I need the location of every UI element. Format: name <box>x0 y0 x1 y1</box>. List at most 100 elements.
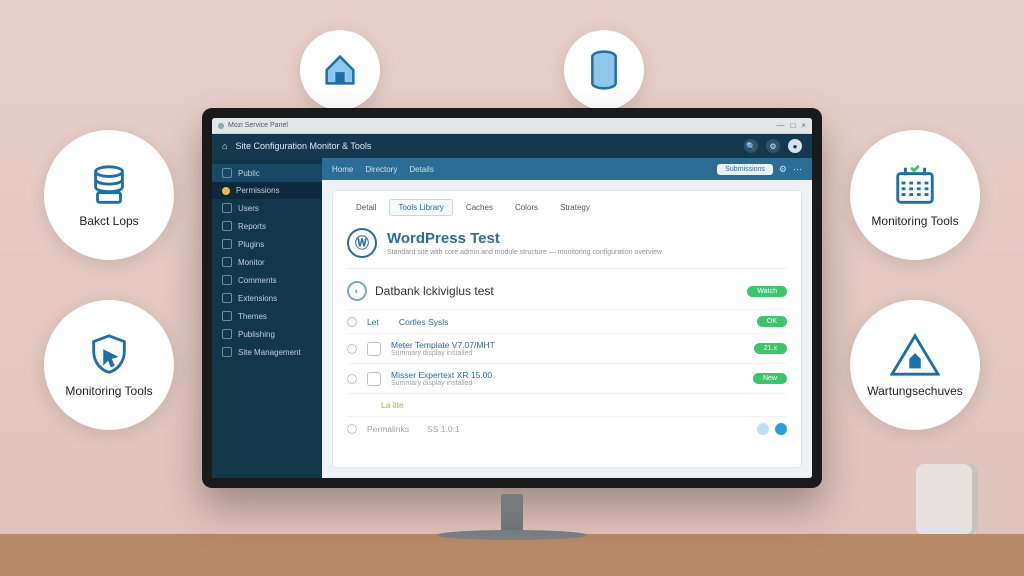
list-row[interactable]: Let Cortles Sysls OK <box>347 309 787 333</box>
subtab-colors[interactable]: Colors <box>506 199 547 216</box>
bubble-label: Bakct Lops <box>79 214 138 228</box>
desk-surface <box>0 534 1024 576</box>
radio-icon[interactable] <box>347 424 357 434</box>
main-card: Detail Tools Library Caches Colors Strat… <box>332 190 802 468</box>
list-row[interactable]: Misser Expertext XR 15.00Summary display… <box>347 363 787 393</box>
subtab-detail[interactable]: Detail <box>347 199 385 216</box>
row-desc: Summary display installed <box>391 350 495 357</box>
sidebar-label: Permissions <box>236 186 280 195</box>
app-title: Site Configuration Monitor & Tools <box>235 141 371 151</box>
square-icon <box>222 275 232 285</box>
sidebar-item-public[interactable]: Public <box>212 164 322 182</box>
list-row[interactable]: Meter Template V7.07/MHTSummary display … <box>347 333 787 363</box>
row-title: Meter Template V7.07/MHT <box>391 340 495 350</box>
sidebar-label: Site Management <box>238 348 301 357</box>
feature-bubble-backups: Bakct Lops <box>44 130 174 260</box>
site-header: Ⓦ WordPress Test Standard site with core… <box>347 224 787 269</box>
square-icon <box>222 329 232 339</box>
square-icon <box>222 239 232 249</box>
sidebar-label: Comments <box>238 276 277 285</box>
database-stack-icon <box>86 162 132 208</box>
list-row-footer: Permalinks SS 1.0:1 <box>347 416 787 441</box>
tab-details[interactable]: Details <box>409 165 433 174</box>
radio-icon[interactable] <box>347 374 357 384</box>
square-icon <box>222 203 232 213</box>
feature-bubble-monitoring-left: Monitoring Tools <box>44 300 174 430</box>
sidebar-label: Reports <box>238 222 266 231</box>
submissions-button[interactable]: Submissions <box>717 164 773 175</box>
section-header: ◐ Datbank lckiviglus test Watch <box>347 269 787 309</box>
row-desc: Summary display installed <box>391 380 492 387</box>
sidebar-label: Themes <box>238 312 267 321</box>
sidebar-label: Plugins <box>238 240 264 249</box>
window-maximize-button[interactable]: □ <box>790 121 795 130</box>
row-subtitle: Cortles Sysls <box>399 317 449 327</box>
sidebar-item[interactable]: Comments <box>212 271 322 289</box>
sidebar: Public Permissions Users Reports Plugins… <box>212 158 322 478</box>
square-icon <box>222 311 232 321</box>
sidebar-label: Monitor <box>238 258 265 267</box>
list-row-link[interactable]: La lite <box>347 393 787 416</box>
square-icon <box>222 257 232 267</box>
monitor-stand <box>501 494 523 534</box>
calendar-check-icon <box>892 162 938 208</box>
action-icon[interactable] <box>775 423 787 435</box>
square-icon <box>222 168 232 178</box>
row-title: Permalinks <box>367 424 409 434</box>
site-description: Standard site with core admin and module… <box>387 249 662 256</box>
tab-directory[interactable]: Directory <box>365 165 397 174</box>
window-minimize-button[interactable]: — <box>776 121 784 130</box>
feature-bubble-home <box>300 30 380 110</box>
subtab-tools[interactable]: Tools Library <box>389 199 452 216</box>
favicon-icon <box>218 123 224 129</box>
row-actions <box>757 423 787 435</box>
sidebar-item[interactable]: Extensions <box>212 289 322 307</box>
action-icon[interactable] <box>757 423 769 435</box>
sidebar-item[interactable]: Monitor <box>212 253 322 271</box>
status-ring-icon: ◐ <box>347 281 367 301</box>
sidebar-item[interactable]: Users <box>212 199 322 217</box>
sidebar-label: Extensions <box>238 294 277 303</box>
radio-icon[interactable] <box>347 317 357 327</box>
row-value: SS 1.0:1 <box>427 424 460 434</box>
browser-tab-title[interactable]: Mozi Service Panel <box>228 122 288 129</box>
radio-icon[interactable] <box>347 344 357 354</box>
screen: Mozi Service Panel — □ × ⌂ Site Configur… <box>212 118 812 478</box>
module-icon <box>367 372 381 386</box>
user-avatar[interactable]: ● <box>788 139 802 153</box>
more-icon[interactable]: ⋯ <box>793 164 802 175</box>
sidebar-item[interactable]: Publishing <box>212 325 322 343</box>
module-icon <box>367 342 381 356</box>
gear-icon[interactable]: ⚙ <box>779 164 787 175</box>
search-icon[interactable]: 🔍 <box>744 139 758 153</box>
row-link[interactable]: La lite <box>381 400 404 410</box>
section-title: Datbank lckiviglus test <box>375 284 494 298</box>
sidebar-label: Users <box>238 204 259 213</box>
row-status-pill: OK <box>757 316 787 327</box>
subtab-strategy[interactable]: Strategy <box>551 199 599 216</box>
home-icon[interactable]: ⌂ <box>222 141 227 151</box>
bubble-label: Monitoring Tools <box>871 214 958 228</box>
dot-icon <box>222 187 230 195</box>
cylinder-icon <box>586 50 622 90</box>
monitor-frame: Mozi Service Panel — □ × ⌂ Site Configur… <box>202 108 822 488</box>
row-status-pill: 21.x <box>754 343 787 354</box>
sidebar-item[interactable]: Reports <box>212 217 322 235</box>
window-close-button[interactable]: × <box>801 121 806 130</box>
sidebar-label: Public <box>238 169 260 178</box>
settings-icon[interactable]: ⚙ <box>766 139 780 153</box>
wordpress-logo-icon: Ⓦ <box>347 228 377 258</box>
subtab-caches[interactable]: Caches <box>457 199 502 216</box>
browser-tab-strip: Mozi Service Panel — □ × <box>212 118 812 134</box>
status-badge[interactable]: Watch <box>747 286 787 297</box>
tab-home[interactable]: Home <box>332 165 353 174</box>
feature-bubble-maintenance: Wartungsechuves <box>850 300 980 430</box>
square-icon <box>222 293 232 303</box>
sidebar-item[interactable]: Site Management <box>212 343 322 361</box>
sidebar-item[interactable]: Themes <box>212 307 322 325</box>
square-icon <box>222 221 232 231</box>
feature-bubble-storage <box>564 30 644 110</box>
site-name: WordPress Test <box>387 230 662 247</box>
sidebar-item[interactable]: Plugins <box>212 235 322 253</box>
sidebar-item-permissions[interactable]: Permissions <box>212 182 322 199</box>
